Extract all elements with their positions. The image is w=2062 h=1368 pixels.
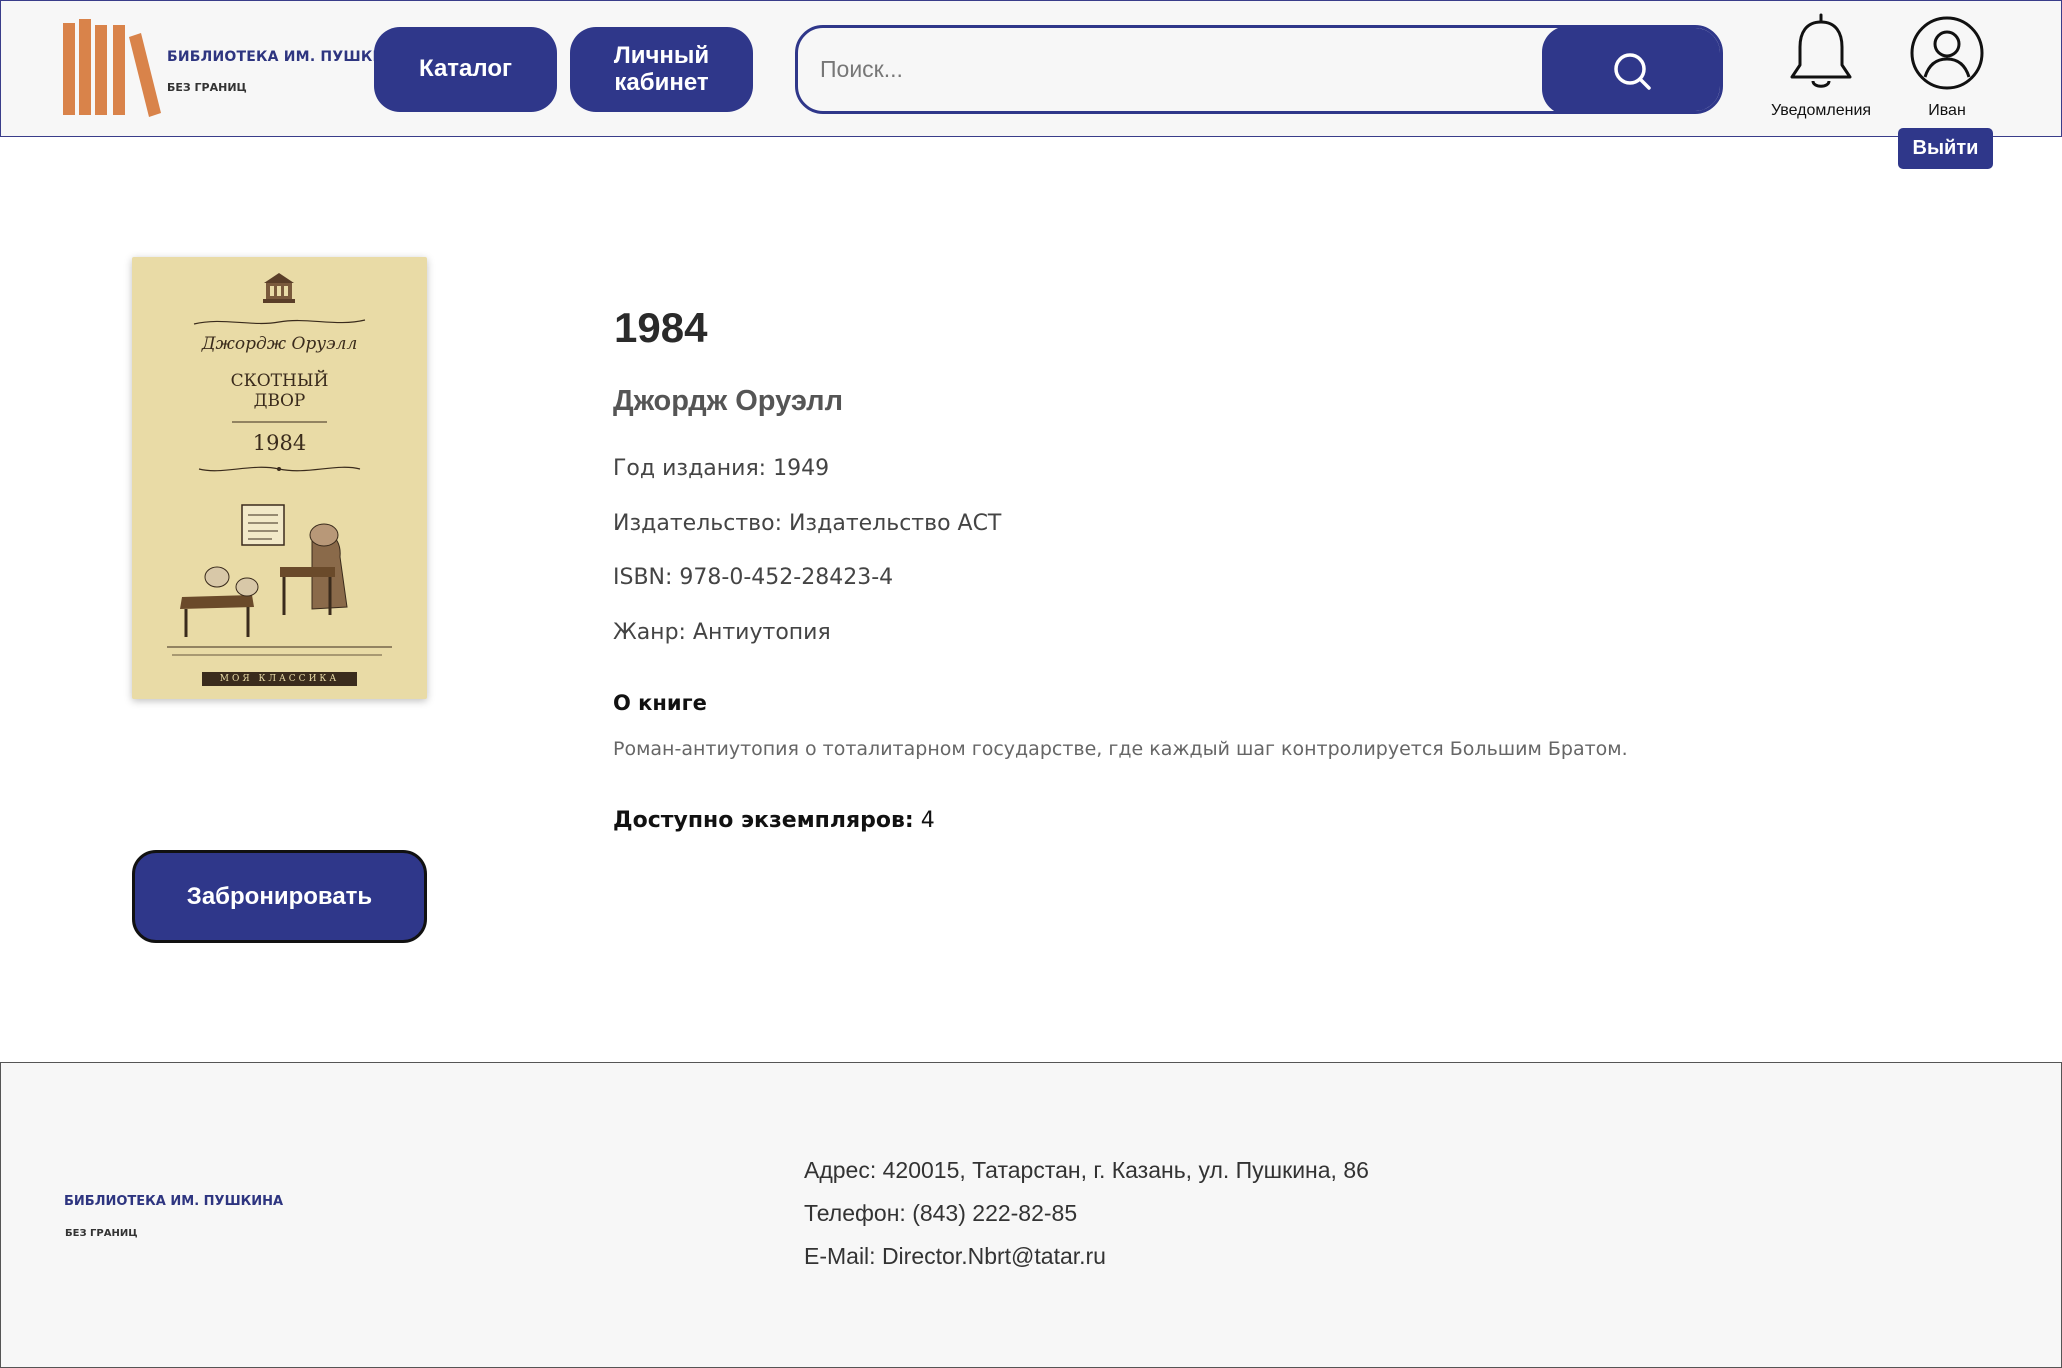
available-count: 4 [920,808,935,833]
available-copies: Доступно экземпляров: 4 [613,808,935,833]
cover-author: Джордж Оруэлл [201,334,358,354]
user-profile-button[interactable]: Иван [1901,15,1993,120]
footer-logo-title: БИБЛИОТЕКА ИМ. ПУШКИНА [64,1194,284,1209]
library-books-logo-icon[interactable] [61,17,161,119]
library-building-icon [263,273,295,303]
genre: Жанр: Антиутопия [613,620,831,645]
footer-logo-subtitle: БЕЗ ГРАНИЦ [65,1228,138,1239]
bell-icon [1790,13,1852,88]
personal-cabinet-button[interactable]: Личный кабинет [570,27,753,112]
footer-phone: Телефон: (843) 222-82-85 [804,1200,1078,1226]
notifications-button[interactable]: Уведомления [1771,13,1871,120]
book-title: 1984 [614,304,708,351]
about-heading: О книге [613,691,707,715]
search-input[interactable] [798,28,1550,111]
search-bar [795,25,1723,114]
cover-divider [232,421,327,423]
publisher: Издательство: Издательство АСТ [613,511,1002,536]
search-button[interactable] [1542,28,1720,111]
book-author: Джордж Оруэлл [613,385,844,417]
isbn: ISBN: 978-0-452-28423-4 [613,565,894,590]
available-label: Доступно экземпляров: [613,808,914,833]
catalog-button[interactable]: Каталог [374,27,557,112]
cover-illustration [167,504,392,656]
publication-year: Год издания: 1949 [613,456,830,481]
site-footer: БИБЛИОТЕКА ИМ. ПУШКИНА БЕЗ ГРАНИЦ Адрес:… [0,1062,2062,1368]
logo-subtitle: БЕЗ ГРАНИЦ [167,81,247,94]
user-name: Иван [1928,102,1966,119]
logout-button[interactable]: Выйти [1898,128,1993,169]
book-cover-image: Джордж Оруэлл СКОТНЫЙ ДВОР 1984 МОЯ КЛАС… [132,257,427,699]
about-text: Роман-антиутопия о тоталитарном государс… [613,738,1628,760]
cover-ornament-top [193,319,366,325]
site-header: БИБЛИОТЕКА ИМ. ПУШКИНА БЕЗ ГРАНИЦ Катало… [0,0,2062,137]
user-icon [1910,16,1984,90]
cover-year: 1984 [252,431,307,455]
reserve-button[interactable]: Забронировать [132,850,427,943]
cover-ornament-bottom [198,466,361,472]
logo-text[interactable]: БИБЛИОТЕКА ИМ. ПУШКИНА БЕЗ ГРАНИЦ [167,49,407,94]
footer-address: Адрес: 420015, Татарстан, г. Казань, ул.… [804,1157,1369,1183]
search-icon [1614,52,1651,90]
cover-series: МОЯ КЛАССИКА [202,672,357,686]
logo-title: БИБЛИОТЕКА ИМ. ПУШКИНА [167,49,408,65]
notifications-label: Уведомления [1771,102,1872,119]
footer-email[interactable]: E-Mail: Director.Nbrt@tatar.ru [804,1243,1106,1270]
cover-title: СКОТНЫЙ ДВОР [230,371,329,411]
